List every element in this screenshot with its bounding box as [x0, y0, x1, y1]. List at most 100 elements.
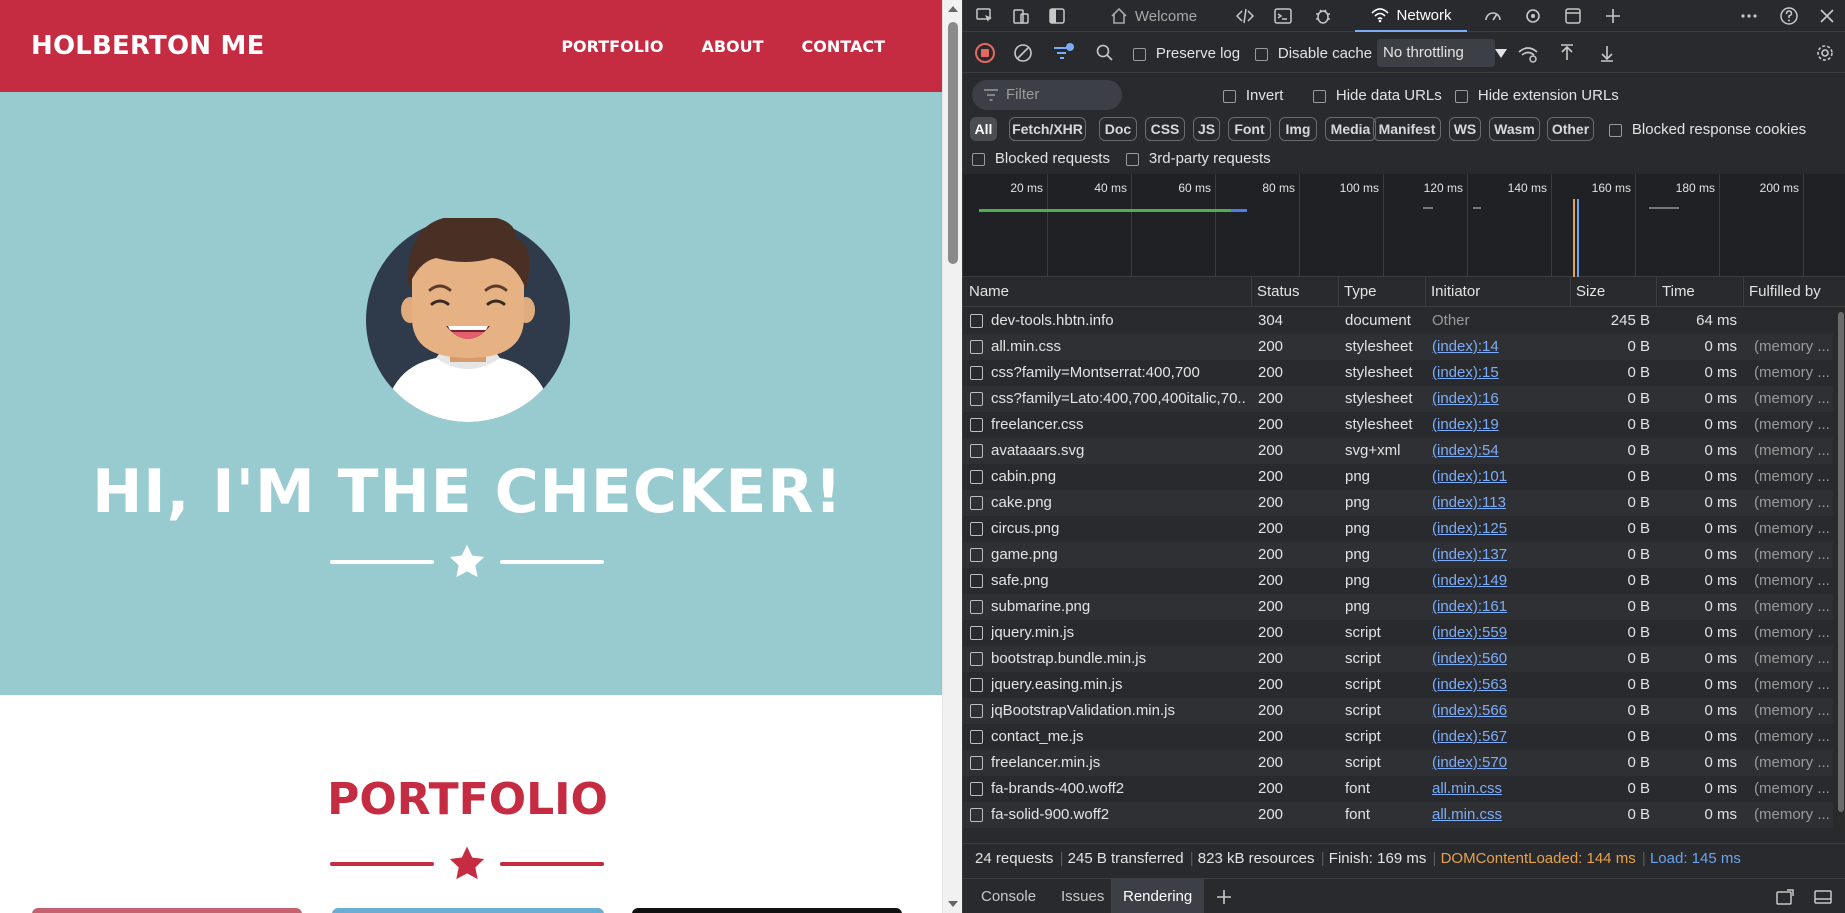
table-row[interactable]: safe.png 200 png (index):149 0 B 0 ms (memory … [963, 568, 1833, 594]
drawer-tab-issues[interactable]: Issues [1049, 879, 1116, 913]
sources-bug-icon[interactable] [1309, 0, 1337, 32]
cell-initiator[interactable]: (index):14 [1432, 334, 1566, 360]
scroll-up-arrow-icon[interactable] [948, 6, 958, 12]
cell-initiator[interactable]: (index):16 [1432, 386, 1566, 412]
portfolio-card[interactable] [332, 908, 604, 913]
throttling-select[interactable]: No throttling [1377, 39, 1507, 67]
preserve-log-control[interactable]: Preserve log [1133, 45, 1240, 62]
disable-cache-checkbox[interactable] [1255, 47, 1268, 61]
elements-tab-icon[interactable] [1231, 0, 1259, 32]
cell-initiator[interactable]: (index):570 [1432, 750, 1566, 776]
drawer-tab-console[interactable]: Console [969, 879, 1048, 913]
column-header-name[interactable]: Name [963, 277, 1251, 306]
filter-chip-ws[interactable]: WS [1449, 117, 1481, 141]
blocked-requests-control[interactable]: Blocked requests [972, 150, 1110, 167]
disable-cache-control[interactable]: Disable cache [1255, 45, 1372, 62]
third-party-requests-control[interactable]: 3rd-party requests [1126, 150, 1271, 167]
cell-initiator[interactable]: (index):563 [1432, 672, 1566, 698]
nav-link-about[interactable]: ABOUT [701, 37, 763, 56]
cell-initiator[interactable]: (index):15 [1432, 360, 1566, 386]
add-drawer-tab-plus-icon[interactable] [1215, 888, 1233, 906]
page-scrollbar[interactable] [942, 0, 962, 913]
cell-initiator[interactable]: (index):125 [1432, 516, 1566, 542]
cell-initiator[interactable]: all.min.css [1432, 776, 1566, 802]
filter-chip-wasm[interactable]: Wasm [1489, 117, 1540, 141]
cell-initiator[interactable]: (index):19 [1432, 412, 1566, 438]
cell-initiator[interactable]: (index):149 [1432, 568, 1566, 594]
more-options-icon[interactable] [1735, 0, 1763, 32]
dock-side-icon[interactable] [1043, 0, 1071, 32]
record-stop-icon[interactable] [975, 43, 995, 63]
tab-welcome[interactable]: Welcome [1105, 0, 1201, 32]
preserve-log-checkbox[interactable] [1133, 47, 1146, 61]
requests-scrollbar[interactable] [1836, 308, 1845, 834]
invert-checkbox[interactable] [1223, 89, 1236, 103]
table-row[interactable]: contact_me.js 200 script (index):567 0 B 0 ms… [963, 724, 1833, 750]
inspect-element-icon[interactable] [971, 0, 999, 32]
filter-input[interactable]: Filter [972, 80, 1122, 110]
cell-initiator[interactable]: (index):560 [1432, 646, 1566, 672]
hide-extension-urls-checkbox[interactable] [1455, 89, 1468, 103]
filter-chip-css[interactable]: CSS [1145, 117, 1185, 141]
gear-chip-icon[interactable] [1519, 0, 1547, 32]
filter-chip-fetch-xhr[interactable]: Fetch/XHR [1009, 117, 1086, 141]
clear-icon[interactable] [1013, 43, 1033, 63]
application-panel-icon[interactable] [1559, 0, 1587, 32]
table-row[interactable]: submarine.png 200 png (index):161 0 B 0 ms (me… [963, 594, 1833, 620]
filter-chip-js[interactable]: JS [1193, 117, 1220, 141]
nav-link-contact[interactable]: CONTACT [802, 37, 885, 56]
column-header-size[interactable]: Size [1570, 277, 1656, 306]
cell-initiator[interactable]: all.min.css [1432, 802, 1566, 828]
hide-data-urls-checkbox[interactable] [1313, 89, 1326, 103]
cell-initiator[interactable]: (index):113 [1432, 490, 1566, 516]
invert-control[interactable]: Invert [1223, 87, 1283, 104]
table-row[interactable]: freelancer.min.js 200 script (index):570 0 B… [963, 750, 1833, 776]
cell-initiator[interactable]: (index):161 [1432, 594, 1566, 620]
filter-chip-manifest[interactable]: Manifest [1373, 117, 1441, 141]
hide-extension-urls-control[interactable]: Hide extension URLs [1455, 87, 1619, 104]
scroll-down-arrow-icon[interactable] [948, 901, 958, 907]
drawer-tab-rendering[interactable]: Rendering [1111, 879, 1205, 913]
blocked-requests-checkbox[interactable] [972, 152, 985, 166]
table-row[interactable]: circus.png 200 png (index):125 0 B 0 ms (memor… [963, 516, 1833, 542]
performance-gauge-icon[interactable] [1479, 0, 1507, 32]
table-row[interactable]: css?family=Montserrat:400,700 200 styleshe… [963, 360, 1833, 386]
table-row[interactable]: game.png 200 png (index):137 0 B 0 ms (memory … [963, 542, 1833, 568]
table-row[interactable]: fa-solid-900.woff2 200 font all.min.css 0 B 0… [963, 802, 1833, 828]
table-row[interactable]: jquery.min.js 200 script (index):559 0 B 0 ms… [963, 620, 1833, 646]
nav-link-portfolio[interactable]: PORTFOLIO [561, 37, 663, 56]
table-row[interactable]: all.min.css 200 stylesheet (index):14 0 B 0 m… [963, 334, 1833, 360]
column-header-status[interactable]: Status [1251, 277, 1338, 306]
portfolio-card[interactable] [632, 908, 902, 913]
filter-toggle-icon[interactable] [1051, 41, 1075, 65]
console-tab-icon[interactable] [1269, 0, 1297, 32]
cell-initiator[interactable]: (index):566 [1432, 698, 1566, 724]
column-header-fulfilled-by[interactable]: Fulfilled by [1743, 277, 1836, 306]
page-scroll-thumb[interactable] [948, 22, 958, 264]
filter-chip-img[interactable]: Img [1279, 117, 1317, 141]
device-toolbar-icon[interactable] [1007, 0, 1035, 32]
close-drawer-icon[interactable] [1813, 888, 1833, 906]
close-devtools-icon[interactable] [1813, 0, 1841, 32]
column-header-type[interactable]: Type [1338, 277, 1425, 306]
table-row[interactable]: cake.png 200 png (index):113 0 B 0 ms (memory … [963, 490, 1833, 516]
undock-drawer-icon[interactable] [1775, 888, 1795, 906]
network-conditions-icon[interactable] [1517, 43, 1539, 65]
hide-data-urls-control[interactable]: Hide data URLs [1313, 87, 1442, 104]
network-timeline-overview[interactable]: 20 ms 40 ms 60 ms 80 ms 100 ms 120 ms 14… [963, 174, 1845, 277]
cell-initiator[interactable]: (index):54 [1432, 438, 1566, 464]
table-row[interactable]: cabin.png 200 png (index):101 0 B 0 ms (memory… [963, 464, 1833, 490]
table-row[interactable]: dev-tools.hbtn.info 304 document Other 245 B… [963, 308, 1833, 334]
table-row[interactable]: avataaars.svg 200 svg+xml (index):54 0 B 0 ms… [963, 438, 1833, 464]
table-row[interactable]: fa-brands-400.woff2 200 font all.min.css 0 B… [963, 776, 1833, 802]
cell-initiator[interactable]: (index):567 [1432, 724, 1566, 750]
add-tab-plus-icon[interactable] [1599, 0, 1627, 32]
cell-initiator[interactable]: (index):559 [1432, 620, 1566, 646]
column-header-time[interactable]: Time [1656, 277, 1743, 306]
filter-chip-doc[interactable]: Doc [1099, 117, 1137, 141]
import-har-icon[interactable] [1557, 43, 1577, 63]
column-header-initiator[interactable]: Initiator [1425, 277, 1570, 306]
search-icon[interactable] [1095, 43, 1115, 63]
tab-network[interactable]: Network [1355, 0, 1467, 32]
requests-scroll-thumb[interactable] [1838, 312, 1844, 812]
